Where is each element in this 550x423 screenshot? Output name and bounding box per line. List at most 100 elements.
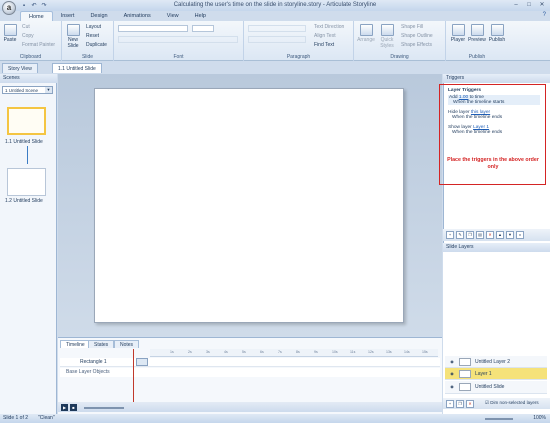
delete-trigger-icon[interactable]: ✕ bbox=[486, 231, 494, 239]
quick-styles-button[interactable]: Quick Styles bbox=[378, 24, 396, 49]
duplicate-layer-icon[interactable]: ❐ bbox=[456, 400, 464, 408]
find-text-button[interactable]: Find Text bbox=[314, 42, 334, 48]
reset-button[interactable]: Reset bbox=[86, 33, 99, 39]
arrange-button[interactable]: Arrange bbox=[357, 24, 375, 43]
eye-icon[interactable]: ◉ bbox=[448, 371, 456, 377]
tick-label: 6s bbox=[260, 350, 264, 354]
dim-layers-checkbox[interactable]: ☑ Dim non-selected layers bbox=[485, 400, 539, 406]
group-label: Paragraph bbox=[286, 54, 311, 60]
timeline-ruler: 1s 2s 3s 4s 5s 6s 7s 8s 9s 10s 11s 12s 1… bbox=[150, 349, 438, 357]
eye-icon[interactable]: ◉ bbox=[448, 359, 456, 365]
group-label: Font bbox=[173, 54, 184, 60]
tab-timeline[interactable]: Timeline bbox=[60, 340, 91, 348]
new-trigger-icon[interactable]: + bbox=[446, 231, 454, 239]
format-painter-button[interactable]: Format Painter bbox=[22, 42, 55, 48]
tab-states[interactable]: States bbox=[88, 340, 115, 348]
timeline-row[interactable]: Rectangle 1 bbox=[60, 358, 440, 367]
new-slide-button[interactable]: New Slide bbox=[65, 24, 81, 49]
layer-row[interactable]: ◉ Untitled Layer 2 bbox=[445, 356, 547, 368]
list-buttons[interactable] bbox=[248, 25, 306, 32]
tab-design[interactable]: Design bbox=[82, 11, 115, 21]
slide-thumbnail[interactable] bbox=[7, 168, 46, 196]
publish-icon bbox=[490, 24, 504, 36]
layout-button[interactable]: Layout bbox=[86, 24, 101, 30]
align-text-button[interactable]: Align Text bbox=[314, 33, 336, 39]
play-icon[interactable]: ▶ bbox=[61, 404, 68, 411]
tab-view[interactable]: View bbox=[159, 11, 187, 21]
timeline-row[interactable]: Base Layer Objects bbox=[60, 368, 440, 377]
tab-home[interactable]: Home bbox=[20, 11, 53, 21]
tab-animations[interactable]: Animations bbox=[116, 11, 159, 21]
slide-count: Slide 1 of 2 bbox=[3, 415, 29, 421]
undo-icon[interactable]: ↶ bbox=[30, 2, 38, 10]
help-icon[interactable]: ? bbox=[543, 12, 546, 18]
tick-label: 13s bbox=[386, 350, 392, 354]
eye-icon[interactable]: ◉ bbox=[448, 384, 456, 390]
drawing-group: Arrange Quick Styles Shape Fill Shape Ou… bbox=[354, 21, 446, 61]
layer-thumbnail bbox=[459, 358, 471, 366]
timeline-object-bar[interactable] bbox=[136, 358, 148, 366]
copy-button[interactable]: Copy bbox=[22, 33, 34, 39]
group-label: Publish bbox=[468, 54, 486, 60]
tick-label: 5s bbox=[242, 350, 246, 354]
player-button[interactable]: Player bbox=[450, 24, 466, 43]
font-name-field[interactable] bbox=[118, 25, 188, 32]
ribbon-tabs: Home Insert Design Animations View Help bbox=[20, 11, 214, 21]
copy-trigger-icon[interactable]: ❐ bbox=[466, 231, 474, 239]
annotation-text: Place the triggers in the above order on… bbox=[447, 157, 539, 170]
layer-thumbnail bbox=[459, 383, 471, 391]
slide-canvas[interactable] bbox=[94, 88, 404, 323]
stop-icon[interactable]: ■ bbox=[70, 404, 77, 411]
close-icon[interactable]: ✕ bbox=[537, 1, 547, 9]
variables-icon[interactable]: x bbox=[516, 231, 524, 239]
paste-button[interactable]: Paste bbox=[2, 24, 18, 43]
paste-trigger-icon[interactable]: ▤ bbox=[476, 231, 484, 239]
app-menu-button[interactable]: a bbox=[2, 1, 16, 15]
playhead[interactable] bbox=[133, 349, 134, 404]
slide-thumbnail[interactable] bbox=[7, 107, 46, 135]
duplicate-button[interactable]: Duplicate bbox=[86, 42, 107, 48]
font-size-field[interactable] bbox=[192, 25, 214, 32]
tick-label: 3s bbox=[206, 350, 210, 354]
font-format-row[interactable] bbox=[118, 36, 238, 43]
scene-select[interactable]: 1 Untitled Scene ▼ bbox=[2, 86, 53, 94]
cut-button[interactable]: Cut bbox=[22, 24, 30, 30]
save-icon[interactable]: ▪ bbox=[20, 2, 28, 10]
layer-row[interactable]: ◉ Layer 1 bbox=[445, 368, 547, 380]
tab-current-slide[interactable]: 1.1 Untitled Slide bbox=[52, 63, 102, 73]
new-layer-icon[interactable]: + bbox=[446, 400, 454, 408]
publish-button[interactable]: Publish bbox=[488, 24, 506, 43]
tab-story-view[interactable]: Story View bbox=[2, 63, 38, 73]
tick-label: 10s bbox=[332, 350, 338, 354]
redo-icon[interactable]: ↷ bbox=[40, 2, 48, 10]
tick-label: 4s bbox=[224, 350, 228, 354]
edit-trigger-icon[interactable]: ✎ bbox=[456, 231, 464, 239]
paste-icon bbox=[3, 24, 17, 36]
clipboard-group: Paste Cut Copy Format Painter Clipboard bbox=[0, 21, 62, 61]
minimize-icon[interactable]: – bbox=[511, 1, 521, 9]
group-label: Clipboard bbox=[19, 54, 42, 60]
zoom-level: 100% bbox=[533, 415, 546, 421]
move-down-icon[interactable]: ▼ bbox=[506, 231, 514, 239]
delete-layer-icon[interactable]: ✕ bbox=[466, 400, 474, 408]
timeline-object-name: Base Layer Objects bbox=[66, 369, 110, 375]
slide-thumbnail-label: 1.1 Untitled Slide bbox=[5, 139, 43, 145]
timeline-zoom-slider[interactable] bbox=[84, 407, 124, 409]
scenes-header: Scenes bbox=[0, 74, 57, 83]
preview-button[interactable]: Preview bbox=[468, 24, 486, 43]
shape-effects-button[interactable]: Shape Effects bbox=[401, 42, 432, 48]
tab-notes[interactable]: Notes bbox=[114, 340, 140, 348]
tab-insert[interactable]: Insert bbox=[53, 11, 83, 21]
slide-thumbnail-label: 1.2 Untitled Slide bbox=[5, 198, 43, 204]
layer-row[interactable]: ◉ Untitled Slide bbox=[445, 381, 547, 394]
alignment-buttons[interactable] bbox=[248, 36, 306, 43]
shape-fill-button[interactable]: Shape Fill bbox=[401, 24, 423, 30]
tick-label: 14s bbox=[404, 350, 410, 354]
tab-help[interactable]: Help bbox=[187, 11, 214, 21]
triggers-toolbar: + ✎ ❐ ▤ ✕ ▲ ▼ x bbox=[443, 229, 550, 241]
shape-outline-button[interactable]: Shape Outline bbox=[401, 33, 433, 39]
text-direction-button[interactable]: Text Direction bbox=[314, 24, 344, 30]
maximize-icon[interactable]: □ bbox=[524, 1, 534, 9]
move-up-icon[interactable]: ▲ bbox=[496, 231, 504, 239]
zoom-slider[interactable] bbox=[485, 418, 513, 420]
